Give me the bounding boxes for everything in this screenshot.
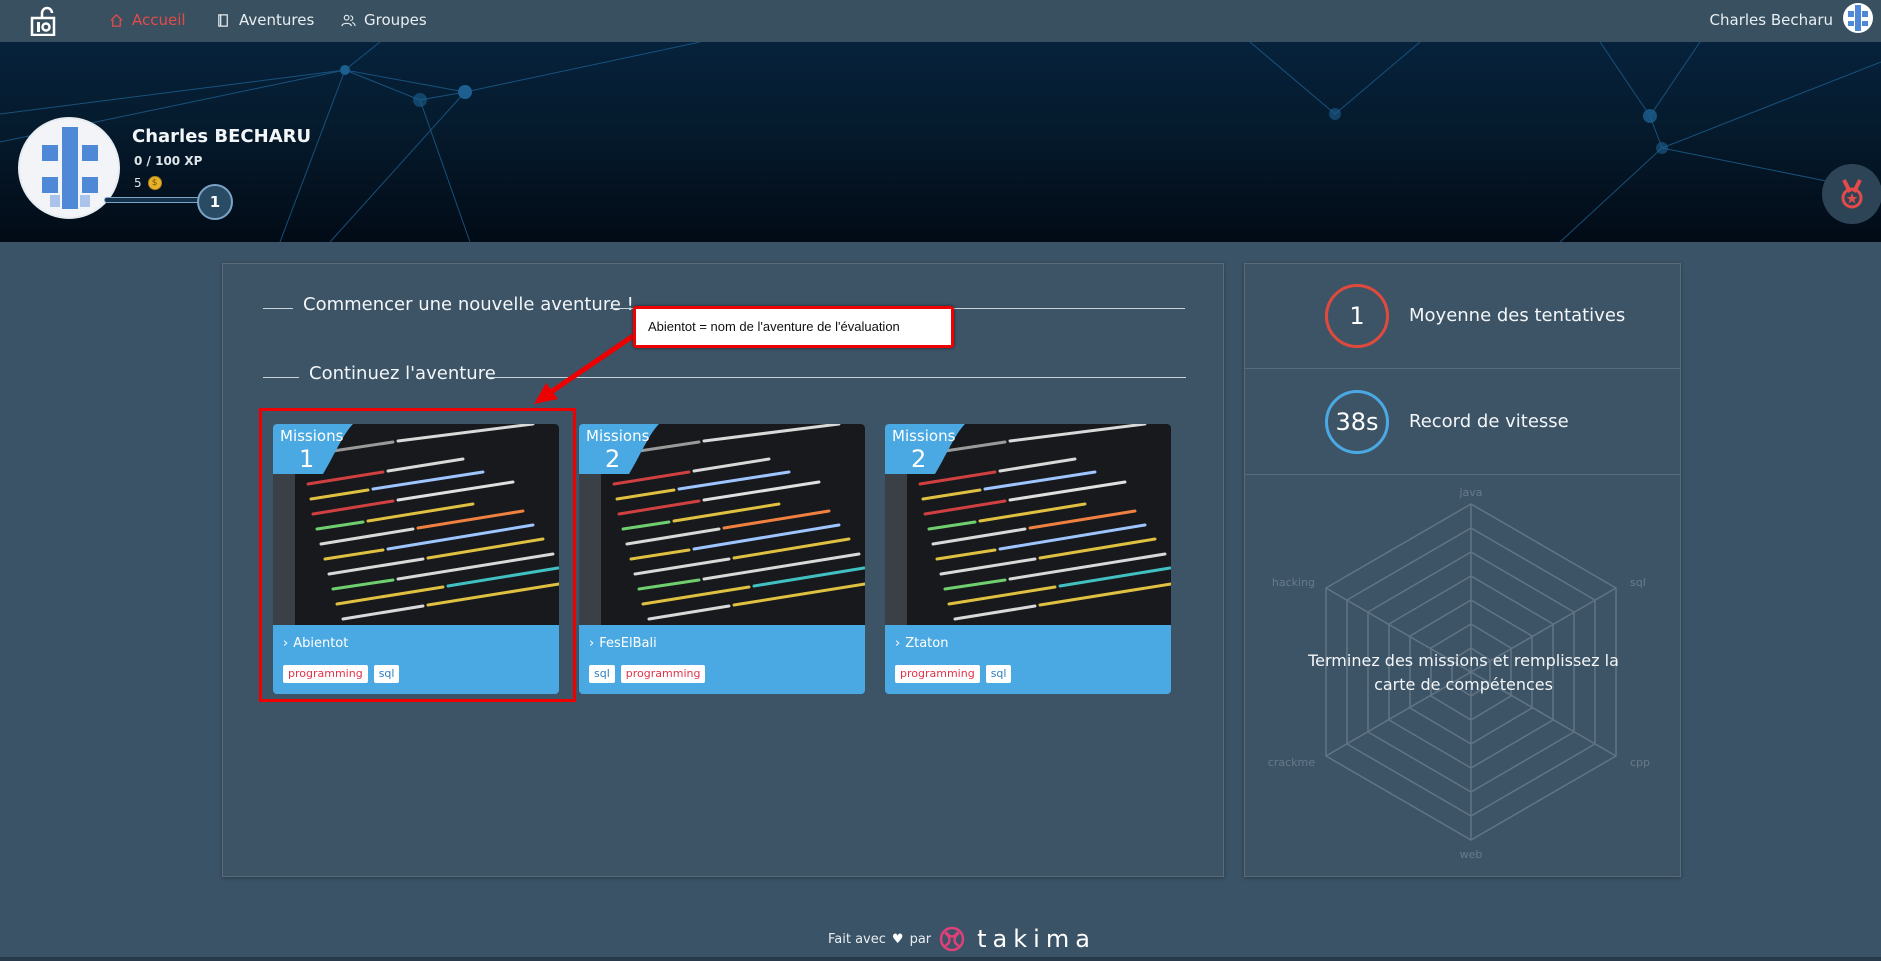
- speed-label: Record de vitesse: [1409, 411, 1569, 432]
- footer-by: par: [909, 931, 932, 947]
- stats-panel: 1 Moyenne des tentatives 38s Record de v…: [1244, 263, 1681, 877]
- radar-axis-label: java: [1458, 486, 1482, 499]
- attempts-circle: 1: [1325, 284, 1389, 348]
- radar-axis-label: cpp: [1630, 756, 1650, 769]
- radar-axis-label: crackme: [1268, 756, 1315, 769]
- takima-logo-icon[interactable]: [937, 924, 967, 954]
- footer-brand[interactable]: takima: [977, 925, 1096, 953]
- attempts-label: Moyenne des tentatives: [1409, 305, 1626, 326]
- stat-speed: 38s Record de vitesse: [1245, 370, 1680, 475]
- annotation-callout: Abientot = nom de l'aventure de l'évalua…: [633, 306, 954, 348]
- radar-axis-label: sql: [1630, 576, 1646, 589]
- speed-circle: 38s: [1325, 390, 1389, 454]
- radar-empty-message: Terminez des missions et remplissez la c…: [1308, 651, 1619, 694]
- radar-axis-label: web: [1460, 848, 1483, 861]
- radar-axis-label: hacking: [1272, 576, 1315, 589]
- footer-made-with: Fait avec: [828, 931, 886, 947]
- heart-icon: ♥: [891, 931, 904, 947]
- bottom-bar: [0, 957, 1881, 961]
- footer: Fait avec ♥ par takima: [828, 924, 1096, 954]
- stat-attempts: 1 Moyenne des tentatives: [1245, 264, 1680, 369]
